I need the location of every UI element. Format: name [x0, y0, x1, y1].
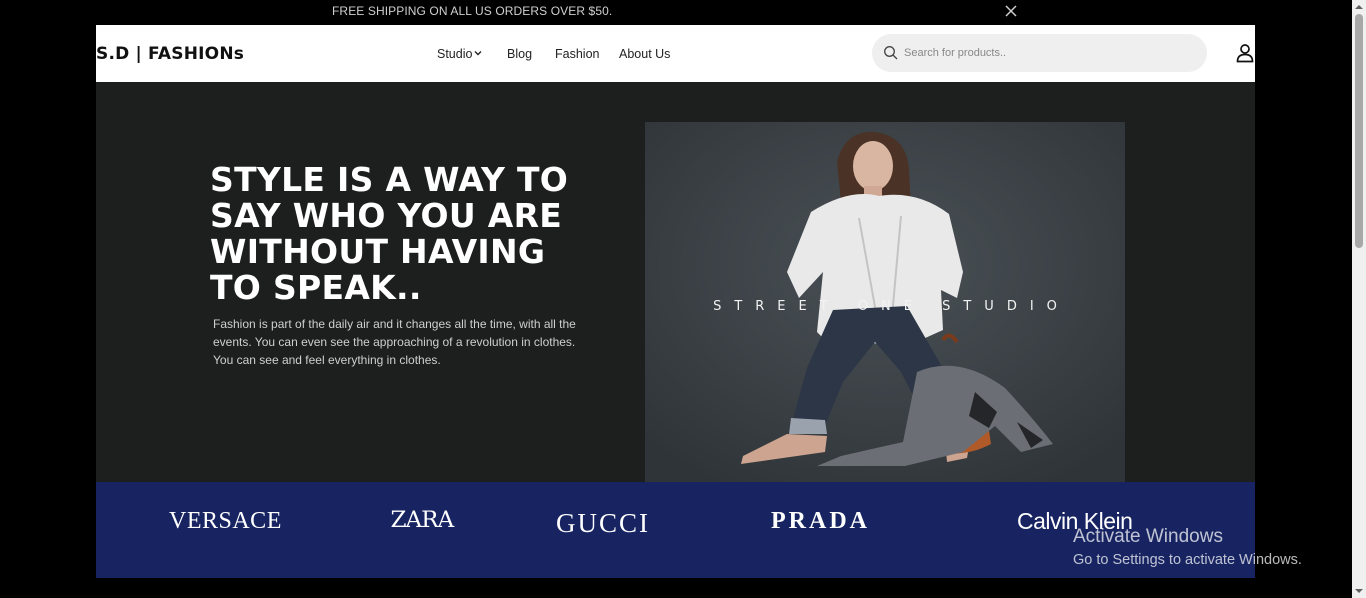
image-overlay-text: STREET ONE STUDIO — [713, 299, 1070, 314]
scroll-up-icon[interactable] — [1355, 3, 1363, 11]
hero-subtext: Fashion is part of the daily air and it … — [213, 317, 576, 367]
nav-item-label: Studio — [437, 47, 473, 61]
brand-logo-versace[interactable]: VERSACE — [169, 508, 282, 535]
hero-section: STYLE IS A WAY TO SAY WHO YOU ARE WITHOU… — [96, 82, 1255, 482]
brand-strip: VERSACE ZARA GUCCI PRADA Calvin Klein — [96, 482, 1255, 578]
user-icon[interactable] — [1235, 43, 1255, 63]
scrollbar-thumb[interactable] — [1355, 14, 1363, 248]
hero-image: STREET ONE STUDIO — [645, 122, 1125, 482]
vertical-scrollbar[interactable] — [1352, 0, 1366, 598]
brand-logo-zara[interactable]: ZARA — [391, 508, 455, 533]
scroll-down-icon[interactable] — [1355, 587, 1363, 595]
nav-item-fashion[interactable]: Fashion — [555, 47, 599, 61]
hero-headline: STYLE IS A WAY TO SAY WHO YOU ARE WITHOU… — [210, 160, 569, 307]
nav-item-about-us[interactable]: About Us — [619, 47, 670, 61]
search-icon[interactable] — [883, 45, 899, 61]
chevron-down-icon — [474, 51, 482, 56]
nav-item-studio[interactable]: Studio — [437, 47, 482, 61]
brand-logo-prada[interactable]: PRADA — [771, 508, 870, 535]
close-icon[interactable] — [1003, 3, 1019, 19]
nav-item-blog[interactable]: Blog — [507, 47, 532, 61]
search-box — [872, 34, 1207, 72]
brand-logo-gucci[interactable]: GUCCI — [556, 508, 650, 539]
site-content: S.D | FASHIONs Studio Blog Fashion About… — [96, 25, 1255, 578]
page: FREE SHIPPING ON ALL US ORDERS OVER $50.… — [0, 0, 1366, 598]
announcement-text: FREE SHIPPING ON ALL US ORDERS OVER $50. — [332, 4, 613, 18]
search-input[interactable] — [904, 43, 1194, 63]
site-logo[interactable]: S.D | FASHIONs — [96, 44, 244, 64]
site-header: S.D | FASHIONs Studio Blog Fashion About… — [96, 25, 1255, 82]
brand-logo-calvin-klein[interactable]: Calvin Klein — [1017, 508, 1133, 535]
announcement-bar: FREE SHIPPING ON ALL US ORDERS OVER $50. — [0, 0, 1352, 25]
